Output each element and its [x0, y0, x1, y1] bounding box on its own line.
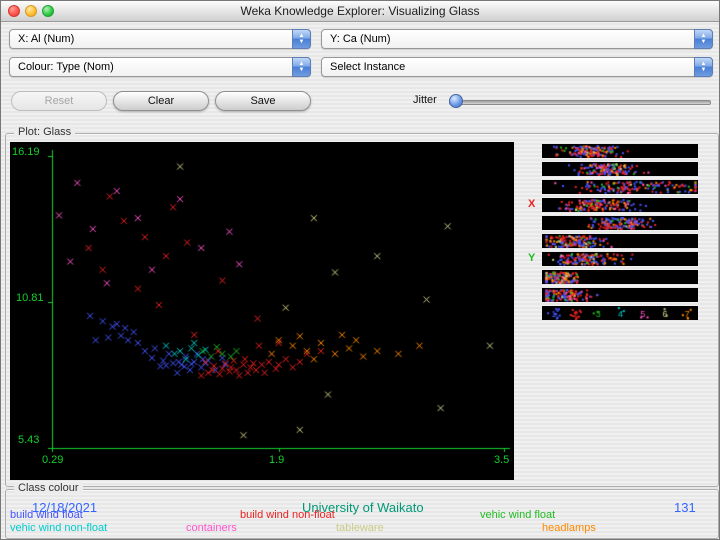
class-colour-group-title: Class colour — [14, 482, 83, 494]
x-tick-max: 3.5 — [494, 454, 509, 466]
combo-arrows-icon: ▲▼ — [694, 29, 713, 49]
x-attribute-value: X: Al (Num) — [18, 33, 74, 45]
attribute-strip-Ba[interactable] — [542, 270, 698, 284]
attribute-strip-K[interactable] — [542, 234, 698, 248]
jitter-slider-track[interactable] — [449, 100, 711, 105]
legend-item-headlamps[interactable]: headlamps — [542, 522, 596, 534]
save-button[interactable]: Save — [215, 91, 311, 111]
legend-item-tableware[interactable]: tableware — [336, 522, 384, 534]
legend-item-containers[interactable]: containers — [186, 522, 237, 534]
x-attribute-select[interactable]: X: Al (Num) ▲▼ — [9, 29, 311, 49]
y-attribute-select[interactable]: Y: Ca (Num) ▲▼ — [321, 29, 713, 49]
attribute-strip-panel: X Y — [524, 142, 718, 480]
jitter-slider-knob[interactable] — [449, 94, 463, 108]
y-attribute-marker: Y — [528, 252, 535, 264]
select-instance-select[interactable]: Select Instance ▲▼ — [321, 57, 713, 77]
attribute-strip-Type[interactable] — [542, 306, 698, 320]
x-attribute-marker: X — [528, 198, 535, 210]
legend-item-vehic-wind-float[interactable]: vehic wind float — [480, 509, 555, 521]
colour-attribute-value: Colour: Type (Nom) — [18, 61, 114, 73]
weka-visualize-window: Weka Knowledge Explorer: Visualizing Gla… — [0, 0, 720, 540]
class-colour-group: Class colour 12/18/2021 University of Wa… — [5, 489, 719, 539]
attribute-strip-Ca[interactable] — [542, 252, 698, 266]
scatter-plot[interactable]: 16.19 10.81 5.43 0.29 1.9 3.5 — [10, 142, 514, 480]
attribute-strip-RI[interactable] — [542, 144, 698, 158]
plot-group-title: Plot: Glass — [14, 126, 75, 138]
attribute-strip-Mg[interactable] — [542, 180, 698, 194]
jitter-slider[interactable] — [449, 93, 713, 109]
jitter-label: Jitter — [413, 94, 437, 106]
y-tick-mid: 10.81 — [16, 292, 44, 304]
y-tick-max: 16.19 — [12, 146, 40, 158]
colour-attribute-select[interactable]: Colour: Type (Nom) ▲▼ — [9, 57, 311, 77]
select-instance-value: Select Instance — [330, 61, 405, 73]
legend-item-build-wind-float[interactable]: build wind float — [10, 509, 83, 521]
plot-group: Plot: Glass 16.19 10.81 5.43 0.29 1.9 3.… — [5, 133, 719, 487]
combo-arrows-icon: ▲▼ — [694, 57, 713, 77]
attribute-strip-Si[interactable] — [542, 216, 698, 230]
y-tick-min: 5.43 — [18, 434, 39, 446]
title-bar: Weka Knowledge Explorer: Visualizing Gla… — [1, 1, 719, 22]
x-tick-mid: 1.9 — [269, 454, 284, 466]
combo-arrows-icon: ▲▼ — [292, 29, 311, 49]
y-attribute-value: Y: Ca (Num) — [330, 33, 391, 45]
overlay-page-number: 131 — [674, 500, 696, 515]
legend-item-build-wind-non-float[interactable]: build wind non-float — [240, 509, 335, 521]
legend-item-vehic-wind-non-float[interactable]: vehic wind non-float — [10, 522, 107, 534]
window-title: Weka Knowledge Explorer: Visualizing Gla… — [1, 4, 719, 18]
attribute-strip-Na[interactable] — [542, 162, 698, 176]
reset-button[interactable]: Reset — [11, 91, 107, 111]
combo-arrows-icon: ▲▼ — [292, 57, 311, 77]
attribute-strip-Al[interactable] — [542, 198, 698, 212]
clear-button[interactable]: Clear — [113, 91, 209, 111]
x-tick-min: 0.29 — [42, 454, 63, 466]
scatter-canvas[interactable] — [10, 142, 514, 480]
attribute-strip-Fe[interactable] — [542, 288, 698, 302]
